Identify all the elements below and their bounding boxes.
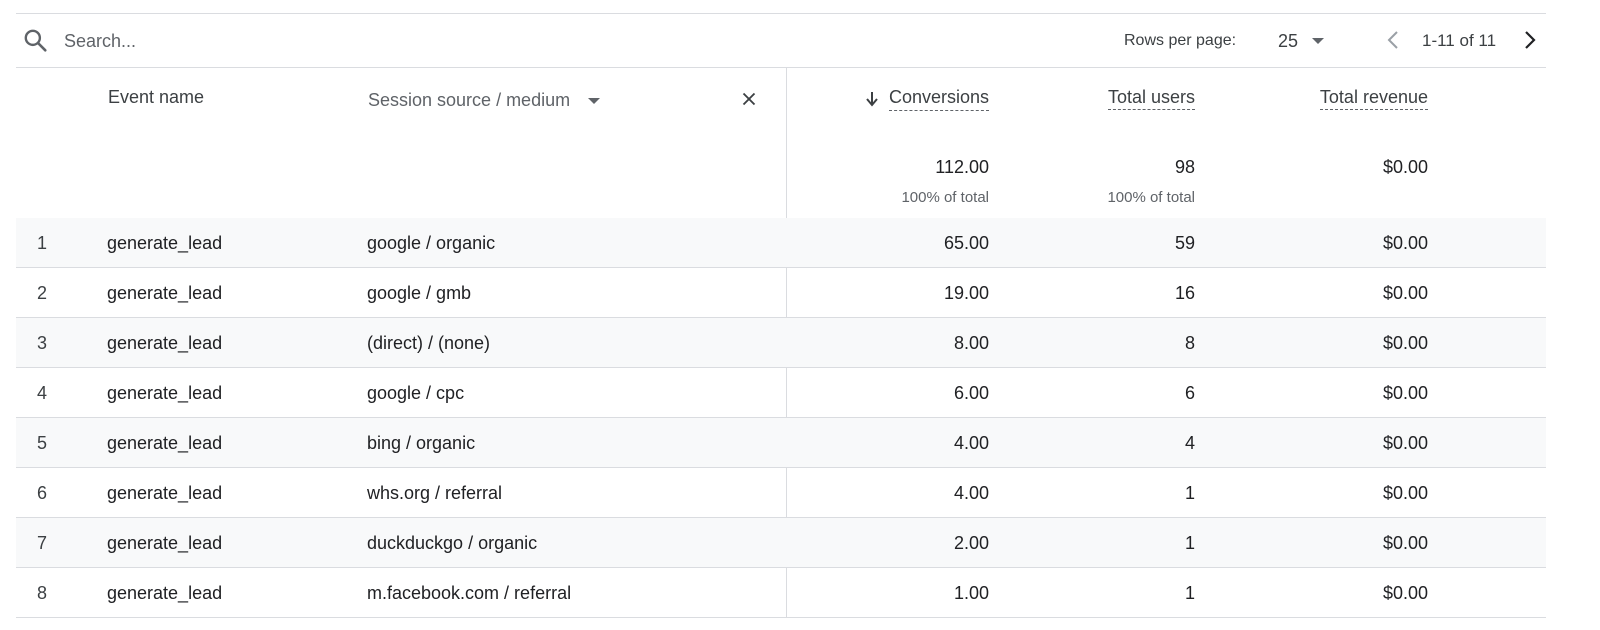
caret-down-icon (588, 97, 601, 104)
arrow-down-icon (866, 92, 878, 107)
revenue-cell: $0.00 (1382, 583, 1428, 603)
row-number: 3 (37, 333, 48, 353)
column-header-session-source-label: Session source / medium (368, 90, 571, 110)
session-source-cell: bing / organic (367, 433, 476, 453)
column-header-conversions[interactable]: Conversions (865, 87, 989, 111)
rows-per-page-label: Rows per page: (1124, 32, 1237, 49)
table-row[interactable]: 1 generate_lead google / organic 65.00 5… (16, 218, 1546, 268)
caret-down-icon (1312, 38, 1325, 44)
rows-per-page-select[interactable]: 25 (1278, 28, 1325, 54)
report-table: Rows per page: 25 1-11 of 11 Event name … (16, 13, 1546, 618)
event-name-cell: generate_lead (107, 433, 223, 453)
revenue-cell: $0.00 (1382, 383, 1428, 403)
table-header: Event name Session source / medium Conve… (16, 67, 1546, 219)
rows-per-page-value: 25 (1278, 30, 1299, 51)
chevron-right-icon[interactable] (1518, 28, 1542, 52)
column-header-conversions-label: Conversions (888, 87, 989, 111)
conversions-cell: 4.00 (953, 433, 989, 453)
table-body: 1 generate_lead google / organic 65.00 5… (16, 218, 1546, 618)
session-source-cell: duckduckgo / organic (367, 533, 538, 553)
users-cell: 59 (1174, 233, 1195, 253)
session-source-cell: google / organic (367, 233, 496, 253)
event-name-cell: generate_lead (107, 483, 223, 503)
search-input[interactable] (62, 25, 466, 57)
page-range: 1-11 of 11 (1422, 31, 1497, 50)
total-conversions-percent: 100% of total (901, 189, 989, 206)
table-row[interactable]: 3 generate_lead (direct) / (none) 8.00 8… (16, 318, 1546, 368)
users-cell: 1 (1184, 533, 1195, 553)
conversions-cell: 2.00 (953, 533, 989, 553)
revenue-cell: $0.00 (1382, 333, 1428, 353)
revenue-cell: $0.00 (1382, 533, 1428, 553)
event-name-cell: generate_lead (107, 583, 223, 603)
table-row[interactable]: 4 generate_lead google / cpc 6.00 6 $0.0… (16, 368, 1546, 418)
session-source-cell: google / gmb (367, 283, 472, 303)
column-header-total-users-label: Total users (1107, 87, 1195, 110)
conversions-cell: 6.00 (953, 383, 989, 403)
revenue-cell: $0.00 (1382, 483, 1428, 503)
conversions-cell: 4.00 (953, 483, 989, 503)
users-cell: 6 (1184, 383, 1195, 403)
session-source-cell: m.facebook.com / referral (367, 583, 572, 603)
session-source-cell: whs.org / referral (367, 483, 503, 503)
session-source-cell: (direct) / (none) (367, 333, 491, 353)
conversions-cell: 1.00 (953, 583, 989, 603)
users-cell: 1 (1184, 483, 1195, 503)
column-header-total-revenue[interactable]: Total revenue (1319, 87, 1428, 110)
row-number: 5 (37, 433, 48, 453)
table-row[interactable]: 6 generate_lead whs.org / referral 4.00 … (16, 468, 1546, 518)
table-row[interactable]: 7 generate_lead duckduckgo / organic 2.0… (16, 518, 1546, 568)
event-name-cell: generate_lead (107, 283, 223, 303)
total-users: 98 (1174, 157, 1195, 177)
users-cell: 4 (1184, 433, 1195, 453)
total-revenue: $0.00 (1382, 157, 1428, 177)
row-number: 4 (37, 383, 48, 403)
column-header-event-name[interactable]: Event name (108, 87, 204, 108)
row-number: 2 (37, 283, 48, 303)
revenue-cell: $0.00 (1382, 433, 1428, 453)
revenue-cell: $0.00 (1382, 233, 1428, 253)
row-number: 1 (37, 233, 48, 253)
total-users-percent: 100% of total (1107, 189, 1195, 206)
column-header-session-source[interactable]: Session source / medium (368, 90, 601, 111)
close-icon[interactable] (738, 88, 760, 110)
column-header-total-revenue-label: Total revenue (1319, 87, 1428, 110)
conversions-cell: 19.00 (943, 283, 989, 303)
session-source-cell: google / cpc (367, 383, 465, 403)
chevron-left-icon[interactable] (1382, 28, 1406, 52)
row-number: 8 (37, 583, 48, 603)
event-name-cell: generate_lead (107, 533, 223, 553)
table-toolbar: Rows per page: 25 1-11 of 11 (16, 14, 1546, 68)
revenue-cell: $0.00 (1382, 283, 1428, 303)
table-row[interactable]: 2 generate_lead google / gmb 19.00 16 $0… (16, 268, 1546, 318)
table-row[interactable]: 8 generate_lead m.facebook.com / referra… (16, 568, 1546, 618)
conversions-cell: 65.00 (943, 233, 989, 253)
column-header-total-users[interactable]: Total users (1107, 87, 1195, 110)
row-number: 7 (37, 533, 48, 553)
search-icon[interactable] (22, 27, 48, 53)
users-cell: 1 (1184, 583, 1195, 603)
event-name-cell: generate_lead (107, 383, 223, 403)
users-cell: 16 (1174, 283, 1195, 303)
event-name-cell: generate_lead (107, 233, 223, 253)
users-cell: 8 (1184, 333, 1195, 353)
event-name-cell: generate_lead (107, 333, 223, 353)
table-row[interactable]: 5 generate_lead bing / organic 4.00 4 $0… (16, 418, 1546, 468)
conversions-cell: 8.00 (953, 333, 989, 353)
total-conversions: 112.00 (935, 157, 989, 177)
row-number: 6 (37, 483, 48, 503)
